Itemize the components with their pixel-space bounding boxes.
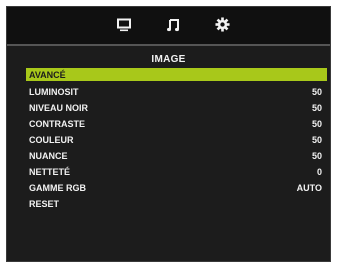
menu-item-label: CONTRASTE	[29, 119, 85, 129]
menu-item-label: LUMINOSIT	[29, 87, 79, 97]
tab-bar	[7, 7, 330, 46]
menu-item-value: 50	[311, 103, 322, 113]
menu-item-couleur[interactable]: COULEUR 50	[26, 132, 327, 148]
menu-item-niveau-noir[interactable]: NIVEAU NOIR 50	[26, 100, 327, 116]
menu-list: AVANCÉ LUMINOSIT 50 NIVEAU NOIR 50 CONTR…	[26, 68, 327, 212]
menu-item-value: 50	[311, 151, 322, 161]
menu-title: IMAGE	[151, 54, 186, 65]
osd-menu: IMAGE AVANCÉ LUMINOSIT 50 NIVEAU NOIR 50…	[6, 6, 331, 262]
menu-item-label: RESET	[29, 199, 60, 209]
menu-item-label: GAMME RGB	[29, 183, 86, 193]
menu-item-reset[interactable]: RESET	[26, 196, 327, 212]
menu-item-label: AVANCÉ	[29, 69, 66, 80]
menu-item-avance[interactable]: AVANCÉ	[26, 68, 327, 81]
gear-icon[interactable]	[210, 7, 234, 42]
menu-item-value: 50	[311, 135, 322, 145]
menu-item-gamme-rgb[interactable]: GAMME RGB AUTO	[26, 180, 327, 196]
monitor-icon[interactable]	[113, 7, 135, 42]
menu-item-nettete[interactable]: NETTETÉ 0	[26, 164, 327, 180]
music-note-icon[interactable]	[162, 7, 184, 42]
menu-item-value: 0	[316, 167, 322, 177]
menu-item-contraste[interactable]: CONTRASTE 50	[26, 116, 327, 132]
menu-item-label: NUANCE	[29, 151, 68, 161]
menu-item-nuance[interactable]: NUANCE 50	[26, 148, 327, 164]
menu-item-label: NETTETÉ	[29, 167, 71, 177]
menu-item-luminosit[interactable]: LUMINOSIT 50	[26, 84, 327, 100]
menu-item-value: 50	[311, 119, 322, 129]
menu-item-value: AUTO	[296, 183, 322, 193]
menu-item-value: 50	[311, 87, 322, 97]
menu-item-label: NIVEAU NOIR	[29, 103, 89, 113]
menu-item-label: COULEUR	[29, 135, 74, 145]
